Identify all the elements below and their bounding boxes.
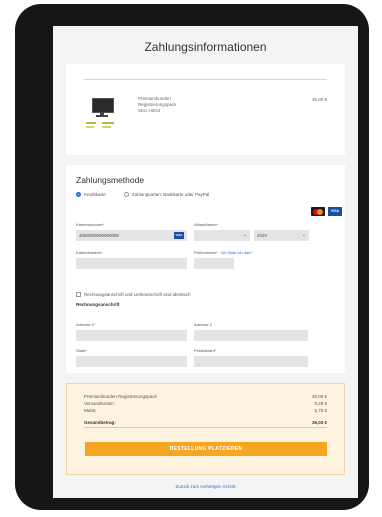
cart-divider: [84, 79, 327, 80]
visa-badge-icon: VISA: [174, 232, 184, 239]
summary-row: Versandkosten 0,28 €: [84, 401, 327, 406]
visa-icon: VISA: [328, 207, 342, 216]
radio-credit-card[interactable]: Kreditkarte: [76, 192, 106, 198]
same-address-label: Rechnungsanschrift und Lieferanschrift s…: [84, 292, 191, 297]
product-price: 30,00 €: [311, 97, 327, 102]
same-address-checkbox[interactable]: [76, 292, 81, 297]
address1-label: Adresse 1*: [76, 322, 96, 327]
summary-total: Gesamtbetrag: 36,03 €: [84, 420, 327, 425]
zip-input[interactable]: [194, 356, 308, 367]
expiry-month-select[interactable]: ⌄: [194, 230, 250, 241]
cvv-input[interactable]: [194, 258, 234, 269]
summary-row: MwSt. 5,75 €: [84, 408, 327, 413]
address2-input[interactable]: [194, 330, 308, 341]
address1-input[interactable]: [76, 330, 187, 341]
city-label: Stadt*: [76, 348, 87, 353]
monitor-icon: [92, 98, 114, 113]
expiry-year-select[interactable]: 2020 ⌄: [254, 230, 309, 241]
product-name-line: SKU H2G4: [138, 108, 161, 113]
address2-label: Adresse 2: [194, 322, 213, 327]
product-name: Premiumkunden Registrierungspack SKU H2G…: [138, 96, 258, 114]
payment-card: Zahlungsmethode Kreditkarte Zahlungsarte…: [66, 165, 345, 373]
card-holder-label: Karteninhaber*: [76, 250, 103, 255]
cvv-label: Prüfnummer* Wo finde ich das?: [194, 250, 253, 255]
expiry-label: Ablaufdatum*: [194, 222, 219, 227]
city-input[interactable]: [76, 356, 187, 367]
summary-divider: [84, 427, 327, 428]
page-title: Zahlungsinformationen: [144, 40, 267, 54]
cvv-help-link[interactable]: Wo finde ich das?: [221, 250, 253, 255]
mastercard-icon: [311, 207, 325, 216]
zip-label: Postleitzahl*: [194, 348, 217, 353]
billing-heading: Rechnungsanschrift: [76, 302, 120, 307]
tablet-frame: Zahlungsinformationen Premiumkunden Regi…: [15, 4, 369, 510]
payment-heading: Zahlungsmethode: [76, 175, 145, 185]
product-thumbnail: [86, 96, 122, 132]
card-holder-input[interactable]: [76, 258, 187, 269]
chevron-down-icon: ⌄: [301, 232, 306, 238]
chevron-down-icon: ⌄: [242, 232, 247, 238]
cart-card: Premiumkunden Registrierungspack SKU H2G…: [66, 64, 345, 155]
order-summary: Premiumkunden-Registrierungspack 30,00 € …: [66, 383, 345, 475]
checkout-screen: Zahlungsinformationen Premiumkunden Regi…: [53, 26, 358, 498]
summary-row: Premiumkunden-Registrierungspack 30,00 €: [84, 394, 327, 399]
card-number-label: Kartennummer*: [76, 222, 105, 227]
radio-unselected-icon: [124, 192, 129, 198]
radio-bank-paypal[interactable]: Zahlungsarten: Bankkarte oder PayPal: [124, 192, 209, 198]
back-link[interactable]: Zurück zum vorherigen Schritt: [53, 484, 358, 489]
card-number-input[interactable]: 4050000000000000 VISA: [76, 230, 187, 241]
place-order-button[interactable]: BESTELLUNG PLATZIEREN: [85, 442, 327, 456]
radio-selected-icon: [76, 192, 81, 198]
